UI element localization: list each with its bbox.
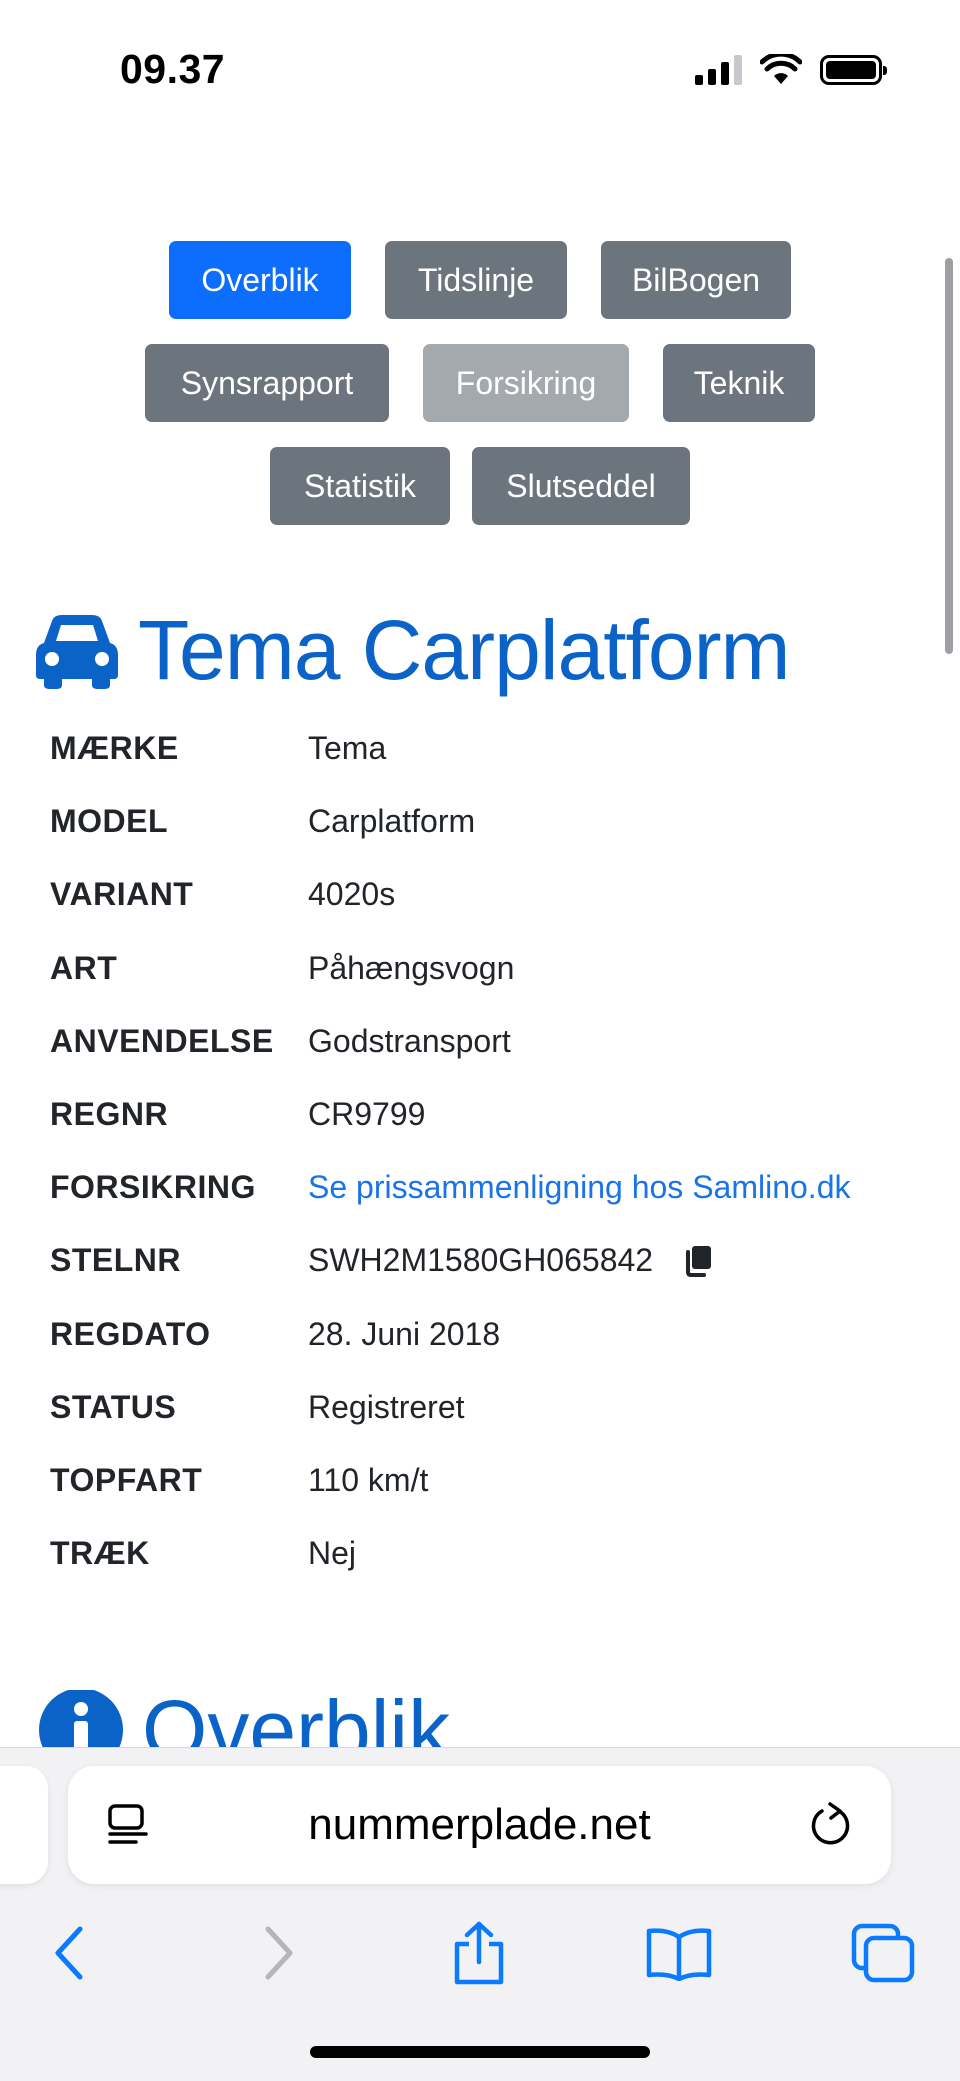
forward-button[interactable] <box>234 1908 324 1998</box>
chevron-left-icon <box>55 1926 83 1980</box>
reload-icon <box>811 1802 850 1845</box>
row-label: STELNR <box>50 1242 181 1279</box>
row-label: VARIANT <box>50 876 194 913</box>
copy-icon[interactable] <box>683 1245 713 1277</box>
address-bar[interactable]: nummerplade.net <box>68 1766 891 1884</box>
section-title: Overblik <box>142 1690 451 1750</box>
browser-nav-toolbar <box>0 1908 960 1998</box>
row-value: Se prissammenligning hos Samlino.dk <box>308 1169 850 1206</box>
insurance-comparison-link[interactable]: Se prissammenligning hos Samlino.dk <box>308 1169 850 1206</box>
tab-statistik[interactable]: Statistik <box>270 447 450 525</box>
tab-overblik[interactable]: Overblik <box>169 241 351 319</box>
url-text[interactable]: nummerplade.net <box>188 1800 771 1850</box>
tab-tidslinje[interactable]: Tidslinje <box>385 241 567 319</box>
row-label: REGDATO <box>50 1315 211 1352</box>
row-value: Registreret <box>308 1388 465 1425</box>
back-button[interactable] <box>24 1908 114 1998</box>
nav-row-3: Statistik Slutseddel <box>0 447 960 525</box>
table-row: STELNR SWH2M1580GH065842 <box>50 1224 930 1297</box>
share-icon <box>454 1921 504 1985</box>
vehicle-heading: Tema Carplatform <box>34 602 791 699</box>
row-value: 28. Juni 2018 <box>308 1315 501 1352</box>
row-label: TOPFART <box>50 1461 203 1498</box>
row-label: REGNR <box>50 1096 169 1133</box>
table-row: ART Påhængsvogn <box>50 932 930 1005</box>
row-value: Godstransport <box>308 1022 511 1059</box>
row-value: SWH2M1580GH065842 <box>308 1242 713 1279</box>
book-icon <box>646 1928 712 1981</box>
tab-synsrapport[interactable]: Synsrapport <box>145 344 389 422</box>
vehicle-info-table: MÆRKE Tema MODEL Carplatform VARIANT 402… <box>50 712 930 1590</box>
page-menu-button[interactable] <box>68 1803 188 1847</box>
vin-value: SWH2M1580GH065842 <box>308 1242 654 1279</box>
nav-row-1: Overblik Tidslinje BilBogen <box>0 241 960 319</box>
status-icons <box>695 54 887 86</box>
row-label: ART <box>50 949 118 986</box>
row-value: 4020s <box>308 876 396 913</box>
row-label: MÆRKE <box>50 730 179 767</box>
table-row: FORSIKRING Se prissammenligning hos Saml… <box>50 1151 930 1224</box>
row-label: ANVENDELSE <box>50 1022 274 1059</box>
share-button[interactable] <box>434 1908 524 1998</box>
table-row: ANVENDELSE Godstransport <box>50 1005 930 1078</box>
table-row: TRÆK Nej <box>50 1517 930 1590</box>
bookmarks-button[interactable] <box>634 1908 724 1998</box>
row-value: Carplatform <box>308 803 476 840</box>
previous-tab-preview[interactable] <box>0 1766 48 1884</box>
row-value: Nej <box>308 1535 357 1572</box>
tabs-button[interactable] <box>838 1908 928 1998</box>
row-label: STATUS <box>50 1388 177 1425</box>
browser-toolbar: nummerplade.net <box>0 1747 960 2081</box>
vehicle-title: Tema Carplatform <box>138 603 791 697</box>
status-bar: 09.37 <box>0 0 960 140</box>
table-row: MODEL Carplatform <box>50 785 930 858</box>
info-icon <box>39 1690 123 1750</box>
tabs-icon <box>851 1923 915 1983</box>
overblik-section-heading: Overblik <box>38 1690 450 1750</box>
row-label: FORSIKRING <box>50 1169 256 1206</box>
row-label: TRÆK <box>50 1535 150 1572</box>
table-row: REGDATO 28. Juni 2018 <box>50 1298 930 1371</box>
reload-button[interactable] <box>771 1801 891 1849</box>
tab-forsikring[interactable]: Forsikring <box>423 344 629 422</box>
nav-row-2: Synsrapport Forsikring Teknik <box>0 344 960 422</box>
car-icon <box>36 614 118 689</box>
row-value: 110 km/t <box>308 1461 429 1498</box>
wifi-icon <box>760 54 802 84</box>
status-time: 09.37 <box>120 46 226 92</box>
table-row: REGNR CR9799 <box>50 1078 930 1151</box>
table-row: MÆRKE Tema <box>50 712 930 785</box>
battery-icon <box>820 55 887 85</box>
home-indicator[interactable] <box>310 2046 650 2058</box>
chevron-right-icon <box>265 1926 293 1980</box>
row-label: MODEL <box>50 803 169 840</box>
table-row: VARIANT 4020s <box>50 858 930 931</box>
table-row: TOPFART 110 km/t <box>50 1444 930 1517</box>
row-value: Påhængsvogn <box>308 949 515 986</box>
tab-bilbogen[interactable]: BilBogen <box>601 241 791 319</box>
row-value: Tema <box>308 730 387 767</box>
tab-slutseddel[interactable]: Slutseddel <box>472 447 690 525</box>
page-menu-icon <box>108 1804 148 1844</box>
tab-teknik[interactable]: Teknik <box>663 344 815 422</box>
cellular-signal-icon <box>695 55 742 85</box>
table-row: STATUS Registreret <box>50 1371 930 1444</box>
row-value: CR9799 <box>308 1096 426 1133</box>
